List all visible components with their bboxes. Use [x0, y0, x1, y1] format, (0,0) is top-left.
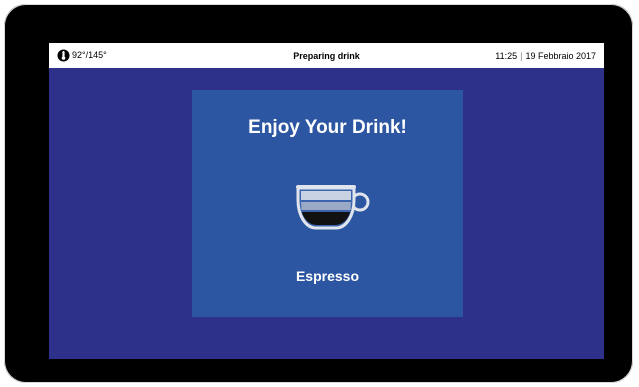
date-time: 11:25 | 19 Febbraio 2017 — [495, 51, 596, 61]
date-time-separator: | — [520, 51, 523, 61]
device-frame: 92°/145° Preparing drink 11:25 | 19 Febbra… — [4, 4, 633, 383]
date-value: 19 Febbraio 2017 — [525, 51, 596, 61]
drink-name: Espresso — [295, 268, 360, 284]
card-title: Enjoy Your Drink! — [248, 117, 407, 138]
time-value: 11:25 — [495, 51, 518, 61]
espresso-cup-icon — [294, 182, 372, 234]
drink-ready-card: Enjoy Your Drink! Espresso — [192, 90, 463, 317]
screen: 92°/145° Preparing drink 11:25 | 19 Febbra… — [49, 43, 604, 359]
status-bar: 92°/145° Preparing drink 11:25 | 19 Febbra… — [49, 43, 604, 68]
